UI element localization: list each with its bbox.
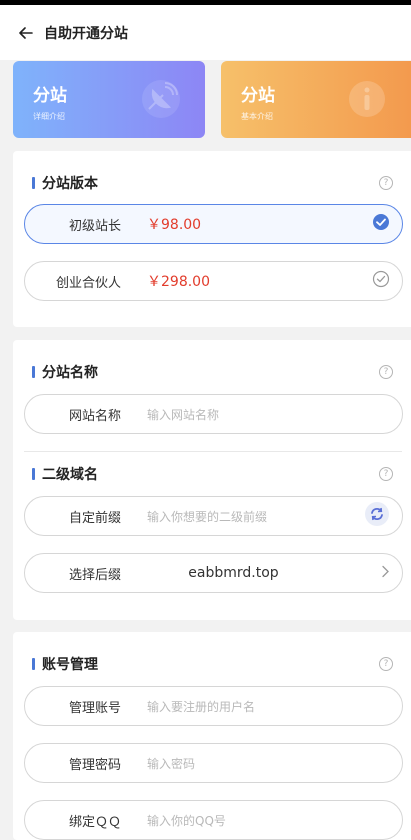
section-marker	[32, 468, 35, 480]
banner-detail[interactable]: 分站 详细介绍	[13, 61, 205, 138]
admin-username-field[interactable]: 管理账号 输入要注册的用户名	[24, 686, 403, 726]
field-label: 绑定ＱＱ	[68, 814, 121, 830]
satellite-dish-icon	[141, 79, 181, 123]
header: 自助开通分站	[0, 5, 411, 60]
help-icon[interactable]: ?	[379, 365, 393, 379]
check-selected-icon	[372, 213, 390, 235]
banner-subtitle: 详细介绍	[33, 112, 65, 121]
field-label: 自定前缀	[68, 510, 121, 526]
site-name-field[interactable]: 网站名称 输入网站名称	[24, 394, 403, 434]
option-label: 创业合伙人	[55, 275, 121, 291]
section-title-text: 分站名称	[42, 365, 98, 381]
version-section-title: 分站版本	[32, 173, 98, 193]
help-icon[interactable]: ?	[379, 657, 393, 671]
chevron-right-icon	[380, 564, 390, 583]
site-name-input[interactable]: 输入网站名称	[147, 406, 219, 423]
admin-password-input[interactable]: 输入密码	[147, 755, 195, 772]
divider	[24, 451, 402, 452]
banner-title: 分站	[33, 86, 67, 106]
info-icon	[347, 79, 387, 123]
account-card: 账号管理 ? 管理账号 输入要注册的用户名 管理密码 输入密码 绑定ＱＱ 输入你…	[13, 632, 411, 840]
field-label: 网站名称	[68, 408, 121, 424]
domain-section-title: 二级域名	[32, 464, 98, 484]
site-card: 分站名称 ? 网站名称 输入网站名称 二级域名 ? 自定前缀 输入你想要的二级前…	[13, 340, 411, 620]
section-title-text: 分站版本	[42, 176, 98, 192]
option-price: ￥98.00	[147, 217, 202, 233]
banner-basic[interactable]: 分站 基本介绍	[221, 61, 411, 138]
domain-suffix-select[interactable]: 选择后缀 eabbmrd.top	[24, 553, 403, 593]
section-title-text: 二级域名	[42, 467, 98, 483]
banner-title: 分站	[241, 86, 275, 106]
version-option-basic[interactable]: 初级站长 ￥98.00	[24, 204, 403, 244]
option-price: ￥298.00	[147, 274, 210, 290]
domain-prefix-field[interactable]: 自定前缀 输入你想要的二级前缀	[24, 496, 403, 536]
admin-password-field[interactable]: 管理密码 输入密码	[24, 743, 403, 783]
check-unselected-icon	[372, 270, 390, 292]
account-section-title: 账号管理	[32, 654, 98, 674]
version-option-partner[interactable]: 创业合伙人 ￥298.00	[24, 261, 403, 301]
domain-prefix-input[interactable]: 输入你想要的二级前缀	[147, 508, 267, 525]
domain-suffix-value: eabbmrd.top	[188, 565, 279, 581]
banner-subtitle: 基本介绍	[241, 112, 273, 121]
field-label: 管理账号	[68, 700, 121, 716]
version-card: 分站版本 ? 初级站长 ￥98.00 创业合伙人 ￥298.00	[13, 151, 411, 327]
section-marker	[32, 177, 35, 189]
admin-username-input[interactable]: 输入要注册的用户名	[147, 698, 255, 715]
site-name-section-title: 分站名称	[32, 362, 98, 382]
section-title-text: 账号管理	[42, 657, 98, 673]
help-icon[interactable]: ?	[379, 467, 393, 481]
back-arrow-icon[interactable]	[16, 23, 36, 43]
field-label: 管理密码	[68, 757, 121, 773]
refresh-icon[interactable]	[364, 501, 390, 531]
help-icon[interactable]: ?	[379, 176, 393, 190]
section-marker	[32, 658, 35, 670]
qq-input[interactable]: 输入你的QQ号	[147, 812, 226, 829]
page-title: 自助开通分站	[44, 25, 128, 42]
bind-qq-field[interactable]: 绑定ＱＱ 输入你的QQ号	[24, 800, 403, 840]
option-label: 初级站长	[68, 218, 121, 234]
section-marker	[32, 366, 35, 378]
